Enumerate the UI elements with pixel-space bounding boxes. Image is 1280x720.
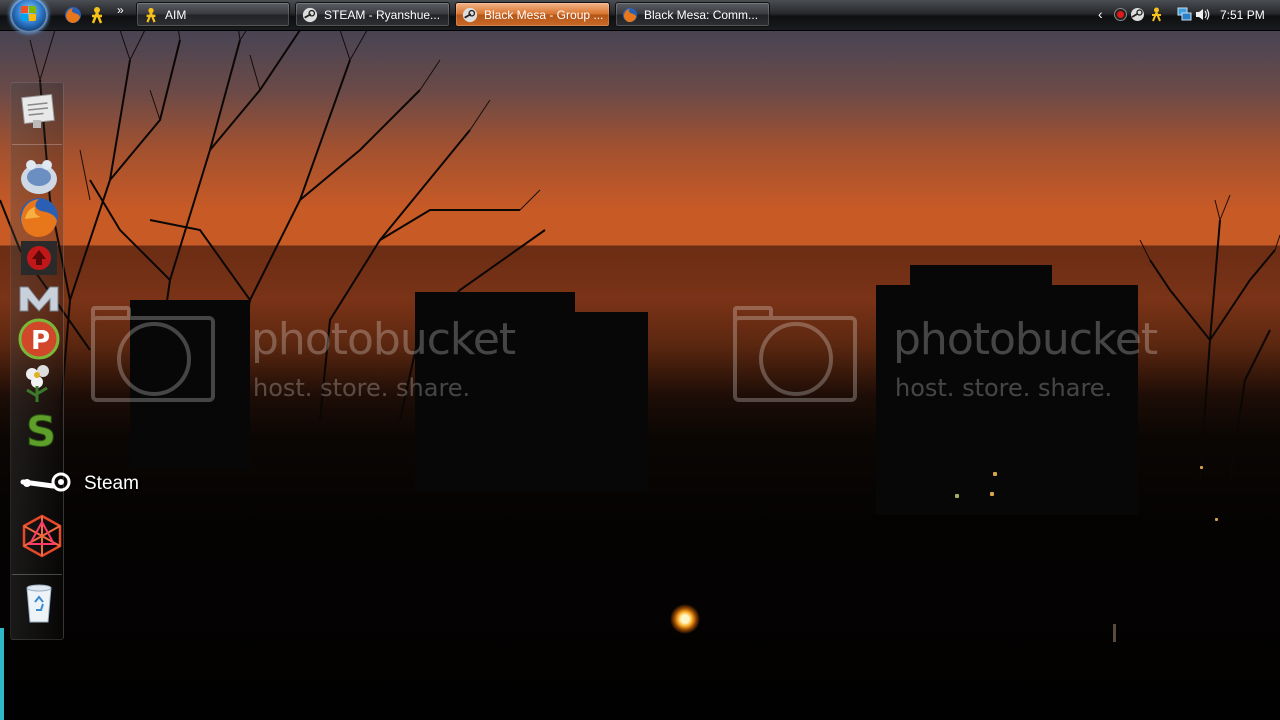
taskbar-button-label: Black Mesa - Group ...	[484, 8, 604, 22]
window-light	[1200, 466, 1203, 469]
steam-icon[interactable]	[19, 462, 73, 506]
window-light	[990, 492, 994, 496]
taskbar-button-label: STEAM - Ryanshue...	[324, 8, 441, 22]
taskbar-button-steam[interactable]: STEAM - Ryanshue...	[295, 2, 450, 27]
aim-icon[interactable]	[88, 6, 106, 24]
taskbar-button-black-mesa-group[interactable]: Black Mesa - Group ...	[455, 2, 610, 27]
watermark-title: photobucket	[251, 314, 516, 365]
firefox-icon[interactable]	[64, 6, 82, 24]
tray-expand-button[interactable]: ‹	[1098, 6, 1103, 22]
m-app-icon[interactable]	[17, 277, 61, 321]
watermark-title: photobucket	[893, 314, 1158, 365]
taskbar: » AIM STEAM - Ryanshue... Black Mesa - G…	[0, 0, 1280, 33]
watermark-subtitle: host. store. share.	[253, 374, 471, 402]
steam-icon	[302, 7, 318, 23]
aim-icon	[146, 7, 156, 23]
lamp-post	[1113, 624, 1116, 642]
firefox-icon[interactable]	[17, 195, 61, 239]
svg-text:S: S	[26, 408, 56, 452]
flower-icon[interactable]	[17, 360, 61, 404]
photobucket-watermark: photobucket host. store. share.	[91, 306, 561, 412]
taskbar-clock[interactable]: 7:51 PM	[1220, 8, 1265, 22]
volume-icon[interactable]	[1195, 7, 1210, 22]
desktop-edge-highlight	[0, 628, 4, 720]
notes-icon[interactable]	[17, 88, 61, 132]
recycle-bin-icon[interactable]	[17, 582, 61, 626]
street-lamp-glow	[670, 604, 700, 634]
camera-icon	[733, 306, 857, 402]
folder-icon[interactable]	[17, 155, 61, 199]
watermark-subtitle: host. store. share.	[895, 374, 1113, 402]
start-button[interactable]	[10, 0, 48, 33]
building-right-top	[910, 265, 1052, 290]
window-light	[993, 472, 997, 476]
s-app-icon[interactable]: S	[22, 408, 66, 452]
network-icon[interactable]	[1177, 7, 1192, 22]
building-left-annex	[570, 312, 648, 492]
steam-icon	[462, 7, 478, 23]
photobucket-watermark: photobucket host. store. share.	[733, 306, 1203, 412]
record-icon[interactable]	[1113, 7, 1128, 22]
zune-icon[interactable]	[20, 514, 64, 558]
taskbar-button-label: AIM	[165, 8, 187, 22]
taskbar-button-black-mesa-community[interactable]: Black Mesa: Comm...	[615, 2, 770, 27]
taskbar-button-aim[interactable]: AIM	[136, 2, 290, 27]
svg-text:P: P	[31, 326, 50, 356]
firefox-icon	[622, 7, 638, 23]
dock-separator	[12, 144, 62, 145]
dock-hover-label: Steam	[84, 473, 139, 494]
camera-icon	[91, 306, 215, 402]
window-light	[1215, 518, 1218, 521]
dock-separator	[12, 574, 62, 575]
p-app-icon[interactable]: P	[17, 317, 61, 361]
upload-icon[interactable]	[17, 237, 61, 281]
windows-logo-icon	[21, 6, 37, 22]
steam-icon[interactable]	[1130, 7, 1145, 22]
aim-icon[interactable]	[1149, 7, 1164, 22]
window-light	[955, 494, 959, 498]
quick-launch-expand-button[interactable]: »	[117, 3, 124, 17]
taskbar-button-label: Black Mesa: Comm...	[644, 8, 759, 22]
